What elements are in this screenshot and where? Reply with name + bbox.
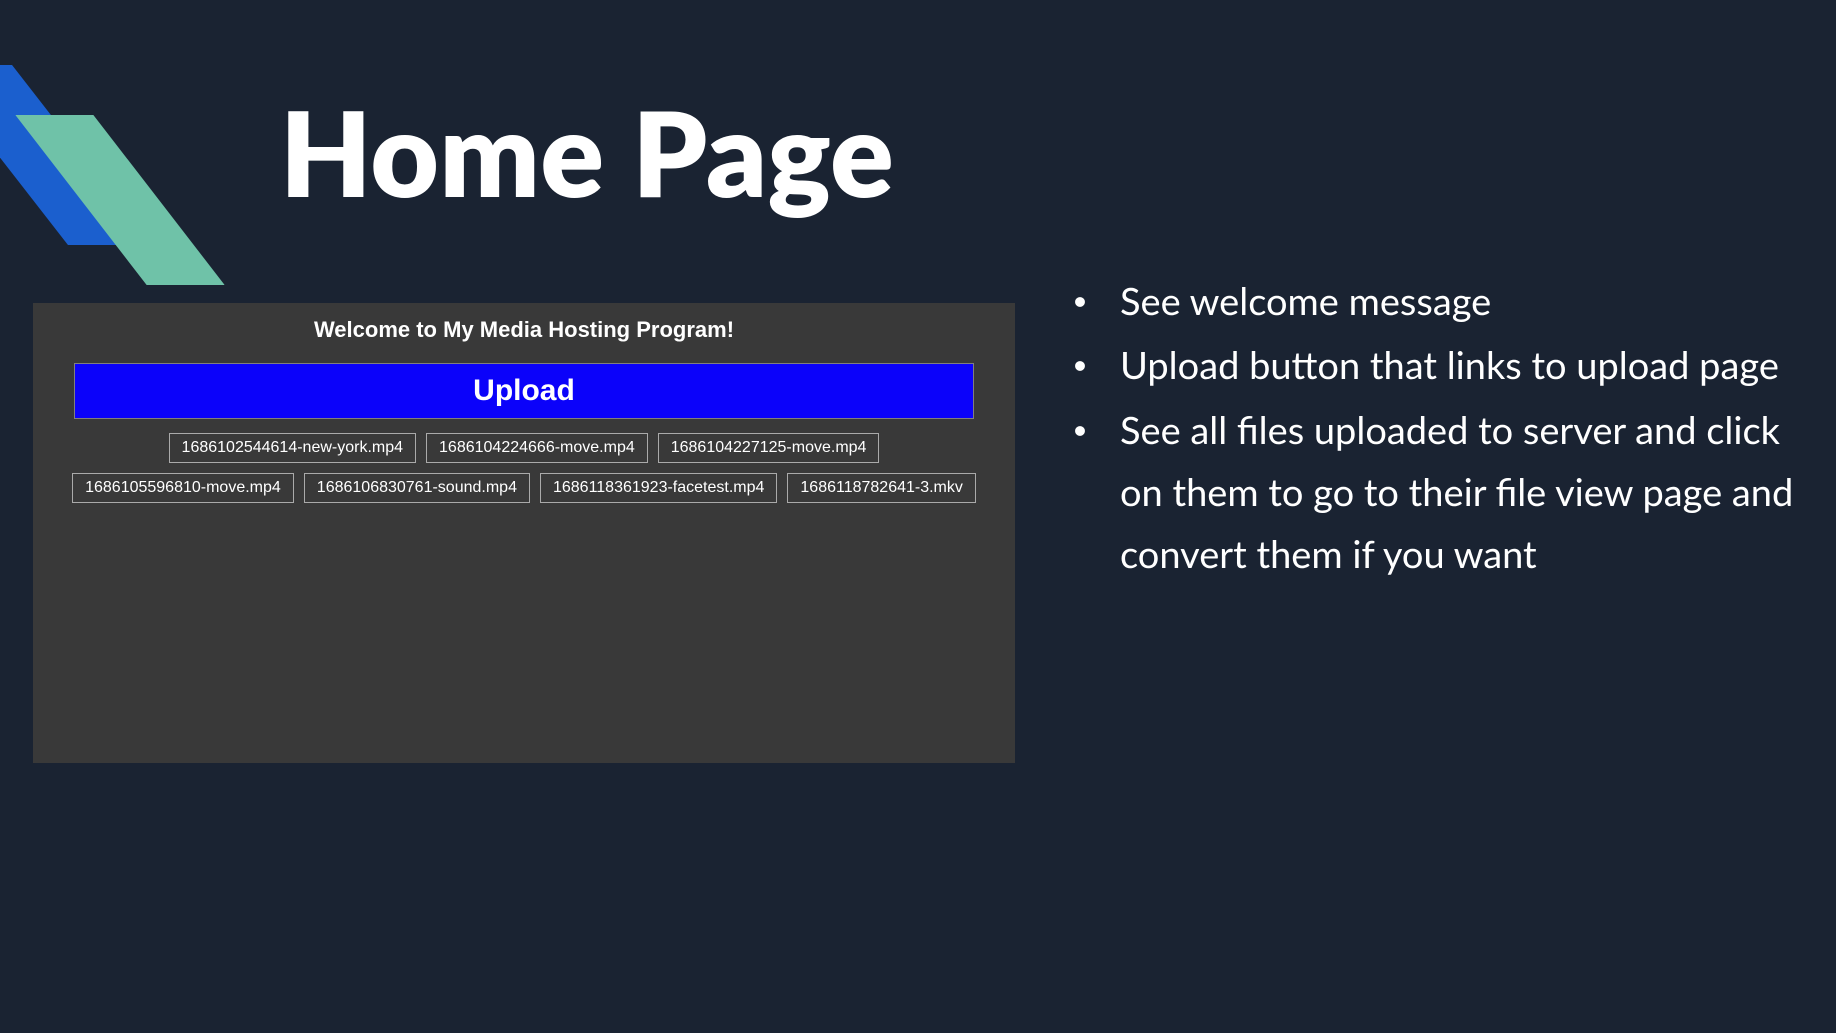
logo-teal-parallelogram [15, 115, 224, 285]
feature-bullet-list: See welcome message Upload button that l… [1060, 270, 1800, 588]
app-preview-panel: Welcome to My Media Hosting Program! Upl… [33, 303, 1015, 763]
slide-title: Home Page [280, 82, 894, 223]
bullet-item: See welcome message [1060, 270, 1800, 332]
file-link[interactable]: 1686118782641-3.mkv [787, 473, 976, 503]
file-link[interactable]: 1686105596810-move.mp4 [72, 473, 294, 503]
logo-blue-parallelogram [0, 65, 152, 245]
bullet-item: Upload button that links to upload page [1060, 334, 1800, 396]
corner-logo [0, 0, 240, 290]
file-link[interactable]: 1686104227125-move.mp4 [658, 433, 880, 463]
file-link[interactable]: 1686104224666-move.mp4 [426, 433, 648, 463]
app-welcome-heading: Welcome to My Media Hosting Program! [33, 317, 1015, 343]
upload-button[interactable]: Upload [74, 363, 974, 419]
file-link[interactable]: 1686118361923-facetest.mp4 [540, 473, 777, 503]
file-link[interactable]: 1686102544614-new-york.mp4 [169, 433, 416, 463]
file-list: 1686102544614-new-york.mp4 1686104224666… [33, 433, 1015, 503]
file-link[interactable]: 1686106830761-sound.mp4 [304, 473, 530, 503]
bullet-item: See all files uploaded to server and cli… [1060, 399, 1800, 586]
